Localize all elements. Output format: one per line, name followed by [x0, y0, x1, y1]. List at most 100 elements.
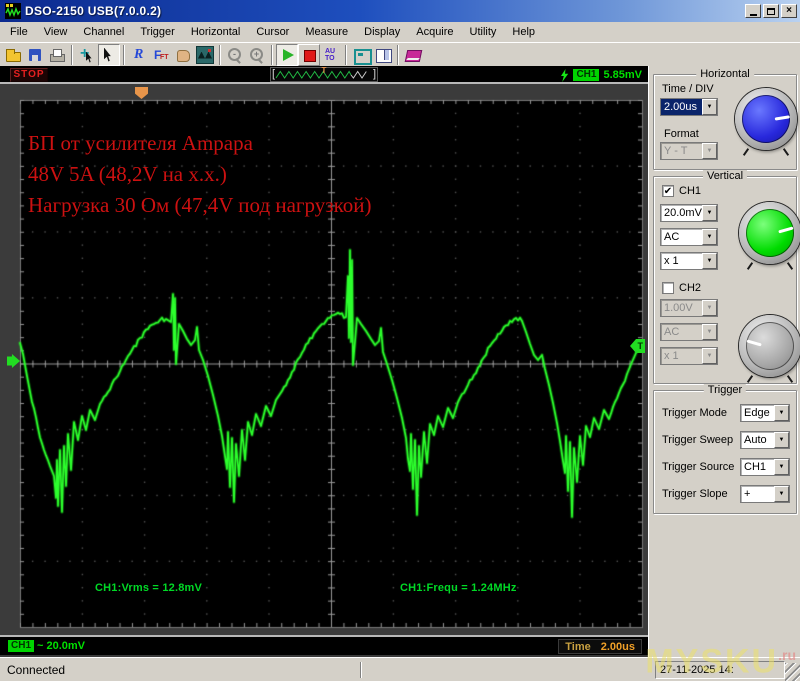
trigger-sweep-select[interactable]: Auto ▼ [740, 431, 790, 449]
preview-trigger-marker[interactable]: T [322, 66, 327, 75]
ch2-volts-select: 1.00V ▼ [660, 299, 718, 317]
chevron-down-icon[interactable]: ▼ [702, 205, 717, 221]
stop-icon [300, 46, 318, 64]
chevron-down-icon[interactable]: ▼ [702, 99, 717, 115]
ch2-coupling-select: AC ▼ [660, 323, 718, 341]
resize-grip[interactable] [785, 663, 800, 681]
menu-display[interactable]: Display [356, 24, 408, 40]
ch1-position-knob[interactable] [739, 202, 800, 264]
menu-help[interactable]: Help [504, 24, 543, 40]
menu-file[interactable]: File [2, 24, 36, 40]
panel-layout-button[interactable] [372, 44, 394, 66]
trigger-source-select[interactable]: CH1 ▼ [740, 458, 790, 476]
menu-cursor[interactable]: Cursor [248, 24, 297, 40]
pointer-tool-icon [100, 46, 118, 64]
ch2-probe-current: x 1 [664, 350, 679, 362]
ch1-coupling-symbol: ~ [37, 640, 44, 652]
chevron-down-icon[interactable]: ▼ [774, 486, 789, 502]
vertical-group-title: Vertical [702, 170, 748, 182]
run-icon [278, 46, 296, 64]
annotation-line: БП от усилителя Ampapa [28, 131, 253, 155]
maximize-button[interactable] [763, 4, 779, 18]
hand-tool-icon [174, 46, 192, 64]
app-window: DSO-2150 USB(7.0.0.2) × File View Channel T… [0, 0, 800, 681]
zoom-in-icon [248, 46, 266, 64]
trigger-source-label: Trigger Source [662, 461, 735, 473]
menu-channel[interactable]: Channel [75, 24, 132, 40]
preview-right-bracket[interactable]: ] [373, 68, 376, 81]
hand-tool-button[interactable] [172, 44, 194, 66]
main-area: STOP [ ] T CH1 5.85mV T БП от усилителя … [0, 66, 800, 657]
cursor-tool-icon [78, 46, 96, 64]
trigger-slope-select[interactable]: + ▼ [740, 485, 790, 503]
ch1-coupling-select[interactable]: AC ▼ [660, 228, 718, 246]
ch1-probe-select[interactable]: x 1 ▼ [660, 252, 718, 270]
cursor-tool-button[interactable] [76, 44, 98, 66]
help-book-button[interactable] [402, 44, 424, 66]
ch2-checkbox[interactable] [662, 282, 674, 294]
title-bar[interactable]: DSO-2150 USB(7.0.0.2) × [0, 0, 800, 22]
time-div-select[interactable]: 2.00us ▼ [660, 98, 718, 116]
horizontal-group: Horizontal Time / DIV 2.00us ▼ Format Y … [653, 68, 797, 170]
toolbar-separator [123, 44, 125, 65]
fft-icon [152, 46, 170, 64]
trigger-channel-badge: CH1 [573, 69, 600, 81]
run-button[interactable] [276, 43, 298, 66]
chevron-down-icon[interactable]: ▼ [774, 459, 789, 475]
preview-left-bracket[interactable]: [ [272, 68, 275, 81]
buffer-preview[interactable]: [ ] T [270, 66, 378, 82]
waveform-view-button[interactable] [194, 44, 216, 66]
chevron-down-icon[interactable]: ▼ [774, 405, 789, 421]
trigger-row: Trigger Mode Edge ▼ [654, 404, 796, 422]
menu-utility[interactable]: Utility [462, 24, 505, 40]
menu-view[interactable]: View [36, 24, 76, 40]
zoom-in-button[interactable] [246, 44, 268, 66]
open-file-button[interactable] [2, 44, 24, 66]
ch2-enable-row: CH2 [662, 282, 701, 294]
menu-measure[interactable]: Measure [297, 24, 356, 40]
fft-button[interactable] [150, 44, 172, 66]
waveform-view-icon [196, 45, 214, 64]
ch1-checkbox[interactable]: ✔ [662, 185, 674, 197]
auto-set-button[interactable] [320, 44, 342, 66]
chevron-down-icon: ▼ [702, 300, 717, 316]
combo-value: Edge [744, 407, 770, 419]
trigger-mode-select[interactable]: Edge ▼ [740, 404, 790, 422]
menu-trigger[interactable]: Trigger [132, 24, 182, 40]
display-settings-icon [352, 46, 372, 65]
menu-horizontal[interactable]: Horizontal [183, 24, 249, 40]
close-button[interactable]: × [781, 4, 797, 18]
toolbar-separator [345, 44, 347, 65]
minimize-button[interactable] [745, 4, 761, 18]
pointer-tool-button[interactable] [98, 43, 120, 66]
ch2-position-knob[interactable] [739, 315, 800, 377]
annotation-line: Нагрузка 30 Ом (47,4V под нагрузкой) [28, 193, 372, 217]
ch1-volts-select[interactable]: 20.0mV ▼ [660, 204, 718, 222]
trigger-level-value: 5.85mV [603, 69, 642, 81]
print-button[interactable] [46, 44, 68, 66]
ch2-probe-select: x 1 ▼ [660, 347, 718, 365]
ch1-volts-div: 20.0mV [46, 640, 85, 652]
refresh-r-button[interactable] [128, 44, 150, 66]
menu-acquire[interactable]: Acquire [408, 24, 461, 40]
chevron-down-icon[interactable]: ▼ [774, 432, 789, 448]
format-label: Format [664, 128, 699, 140]
oscilloscope-display[interactable]: T БП от усилителя Ampapa 48V 5A (48,2V на… [0, 84, 648, 635]
measurement-frequency: CH1:Frequ = 1.24MHz [400, 582, 517, 594]
status-bar: Connected 27-11-2025 14: [0, 657, 800, 681]
time-div-value: 2.00us [600, 640, 635, 653]
stop-button[interactable] [298, 43, 320, 66]
time-scale-readout: Time 2.00us [558, 639, 642, 654]
zoom-out-icon [226, 46, 244, 64]
combo-value: Auto [744, 434, 767, 446]
horizontal-position-knob[interactable] [735, 88, 797, 150]
format-current: Y - T [664, 145, 688, 157]
measurement-vrms: CH1:Vrms = 12.8mV [95, 582, 203, 594]
display-settings-button[interactable] [350, 44, 372, 66]
chevron-down-icon[interactable]: ▼ [702, 253, 717, 269]
open-file-icon [4, 46, 22, 64]
chevron-down-icon[interactable]: ▼ [702, 229, 717, 245]
refresh-r-icon [130, 46, 148, 64]
zoom-out-button[interactable] [224, 44, 246, 66]
save-button[interactable] [24, 44, 46, 66]
